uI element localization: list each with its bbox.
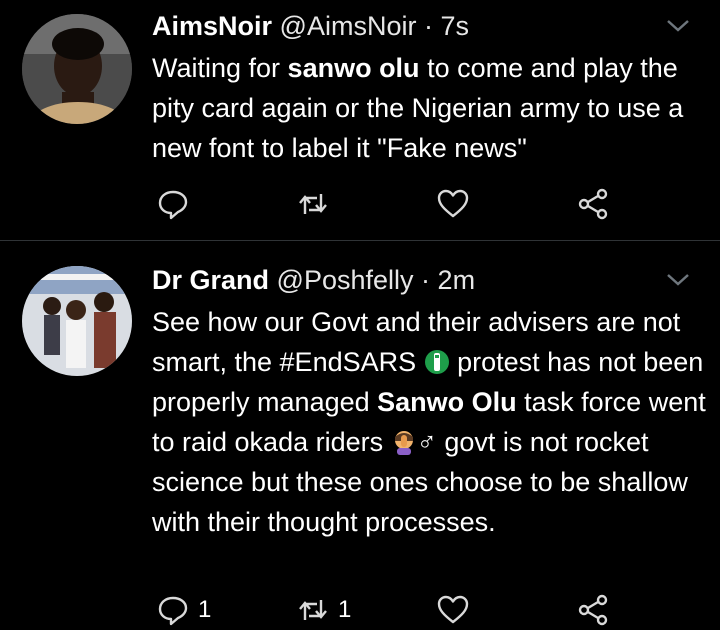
avatar-photo-icon [22, 14, 132, 124]
share-button[interactable] [576, 590, 610, 630]
avatar[interactable] [22, 14, 132, 124]
reply-button[interactable]: 1 [156, 590, 211, 630]
handle[interactable]: @Poshfelly [277, 265, 414, 295]
nigeria-flag-fist-emoji [424, 346, 450, 374]
tweet-text-bold-segment[interactable]: Sanwo Olu [377, 387, 517, 417]
reply-button[interactable] [156, 184, 198, 224]
avatar-photo-icon [22, 266, 132, 376]
retweet-count: 1 [338, 596, 352, 623]
timestamp[interactable]: 2m [438, 265, 476, 295]
tweet-header: AimsNoir @AimsNoir · 7s [152, 8, 469, 44]
separator: · [423, 11, 433, 41]
like-button[interactable] [436, 184, 478, 224]
tweet-header: Dr Grand @Poshfelly · 2m [152, 262, 475, 298]
display-name[interactable]: Dr Grand [152, 265, 269, 295]
share-icon [578, 188, 608, 220]
heart-icon [437, 189, 469, 218]
display-name[interactable]: AimsNoir [152, 11, 272, 41]
like-button[interactable] [436, 590, 478, 630]
tweet-text-bold-segment[interactable]: sanwo olu [288, 53, 420, 83]
reply-icon [158, 190, 188, 220]
tweet-actions [152, 184, 632, 224]
chevron-down-icon[interactable] [664, 16, 692, 36]
share-button[interactable] [576, 184, 610, 224]
chevron-down-icon[interactable] [664, 270, 692, 290]
retweet-button[interactable]: 1 [296, 590, 351, 630]
heart-icon [437, 595, 469, 624]
separator: · [421, 265, 431, 295]
tweet-divider [0, 240, 720, 241]
avatar[interactable] [22, 266, 132, 376]
share-icon [578, 594, 608, 626]
tweet-actions: 1 1 [152, 590, 632, 630]
tweet-text: Waiting for sanwo olu to come and play t… [152, 48, 712, 168]
retweet-icon [299, 194, 327, 214]
tweet-text: See how our Govt and their advisers are … [152, 302, 712, 542]
facepalm-emoji [391, 426, 417, 455]
tweet-text-segment: ♂ [416, 427, 437, 457]
tweet-text-segment: Waiting for [152, 53, 288, 83]
retweet-icon [299, 600, 327, 620]
reply-count: 1 [198, 596, 212, 623]
retweet-button[interactable] [296, 184, 338, 224]
timestamp[interactable]: 7s [441, 11, 470, 41]
handle[interactable]: @AimsNoir [280, 11, 417, 41]
reply-icon [158, 596, 188, 626]
